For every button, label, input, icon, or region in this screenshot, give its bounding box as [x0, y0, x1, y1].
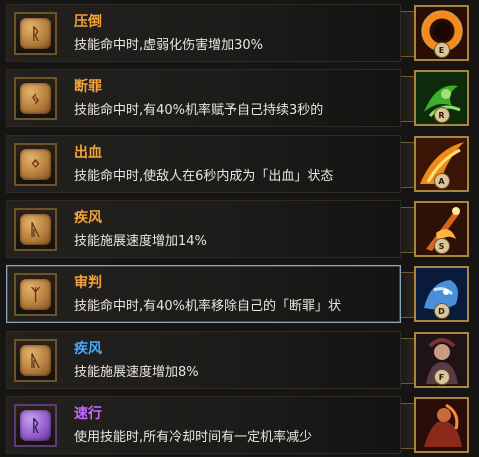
skill-hotkey: D: [433, 303, 450, 319]
rune-stone: ᛃ: [20, 83, 51, 114]
skill-slot-7[interactable]: [414, 397, 469, 453]
rune-skill-panel: ᚱ 压倒 技能命中时,虚弱化伤害增加30% E ᛃ 断罪 技能命中时,有40%机…: [0, 0, 479, 457]
skill-slot-f[interactable]: F: [414, 332, 469, 388]
rune-description: 技能命中时,有40%机率赋予自己持续3秒的: [74, 103, 324, 118]
rune-title: 疾风: [74, 210, 102, 226]
rune-row-5[interactable]: ᛉ 审判 技能命中时,有40%机率移除自己的「断罪」状: [6, 265, 401, 323]
rune-title: 疾风: [74, 341, 102, 357]
rune-title: 出血: [74, 145, 102, 161]
rune-description: 技能命中时,有40%机率移除自己的「断罪」状: [74, 299, 342, 314]
rune-row-7[interactable]: ᚱ 速行 使用技能时,所有冷却时间有一定机率减少: [6, 396, 401, 454]
rune-stone: ᚱ: [20, 18, 51, 49]
skill-hotkey: F: [433, 369, 450, 385]
rune-stone: ᚱ: [20, 410, 51, 441]
skill-slot-a[interactable]: A: [414, 136, 469, 192]
rune-row-2[interactable]: ᛃ 断罪 技能命中时,有40%机率赋予自己持续3秒的: [6, 69, 401, 127]
fire-warrior-icon: [416, 399, 467, 451]
skill-hotkey: R: [433, 107, 450, 123]
rune-row-3[interactable]: ᛜ 出血 技能命中时,使敌人在6秒内成为「出血」状态: [6, 135, 401, 193]
skill-slot-d[interactable]: D: [414, 266, 469, 322]
rune-icon: ᛃ: [14, 77, 57, 120]
rune-icon: ᛜ: [14, 143, 57, 186]
slot-connector: [401, 207, 414, 253]
rune-stone: ᚣ: [20, 345, 51, 376]
rune-stone: ᛉ: [20, 279, 51, 310]
slot-connector: [401, 76, 414, 122]
skill-hotkey: E: [433, 42, 450, 58]
rune-description: 使用技能时,所有冷却时间有一定机率减少: [74, 430, 313, 445]
rune-row-1[interactable]: ᚱ 压倒 技能命中时,虚弱化伤害增加30%: [6, 4, 401, 62]
rune-row-4[interactable]: ᚣ 疾风 技能施展速度增加14%: [6, 200, 401, 258]
rune-description: 技能命中时,使敌人在6秒内成为「出血」状态: [74, 169, 334, 184]
skill-hotkey: S: [433, 238, 450, 254]
rune-row-6[interactable]: ᚣ 疾风 技能施展速度增加8%: [6, 331, 401, 389]
slot-connector: [401, 142, 414, 188]
rune-description: 技能施展速度增加14%: [74, 234, 207, 249]
slot-connector: [401, 11, 414, 57]
skill-slot-r[interactable]: R: [414, 70, 469, 126]
rune-icon: ᚱ: [14, 404, 57, 447]
rune-stone: ᛜ: [20, 149, 51, 180]
slot-connector: [401, 338, 414, 384]
rune-icon: ᚣ: [14, 208, 57, 251]
rune-icon: ᛉ: [14, 273, 57, 316]
rune-icon: ᚣ: [14, 339, 57, 382]
rune-icon: ᚱ: [14, 12, 57, 55]
skill-slot-s[interactable]: S: [414, 201, 469, 257]
slot-connector: [401, 403, 414, 449]
slot-connector: [401, 272, 414, 318]
skill-hotkey: A: [433, 173, 450, 189]
rune-title: 压倒: [74, 14, 102, 30]
skill-slot-e[interactable]: E: [414, 5, 469, 61]
rune-title: 审判: [74, 275, 102, 291]
rune-title: 速行: [74, 406, 102, 422]
rune-stone: ᚣ: [20, 214, 51, 245]
rune-description: 技能施展速度增加8%: [74, 365, 199, 380]
rune-title: 断罪: [74, 79, 102, 95]
rune-description: 技能命中时,虚弱化伤害增加30%: [74, 38, 264, 53]
